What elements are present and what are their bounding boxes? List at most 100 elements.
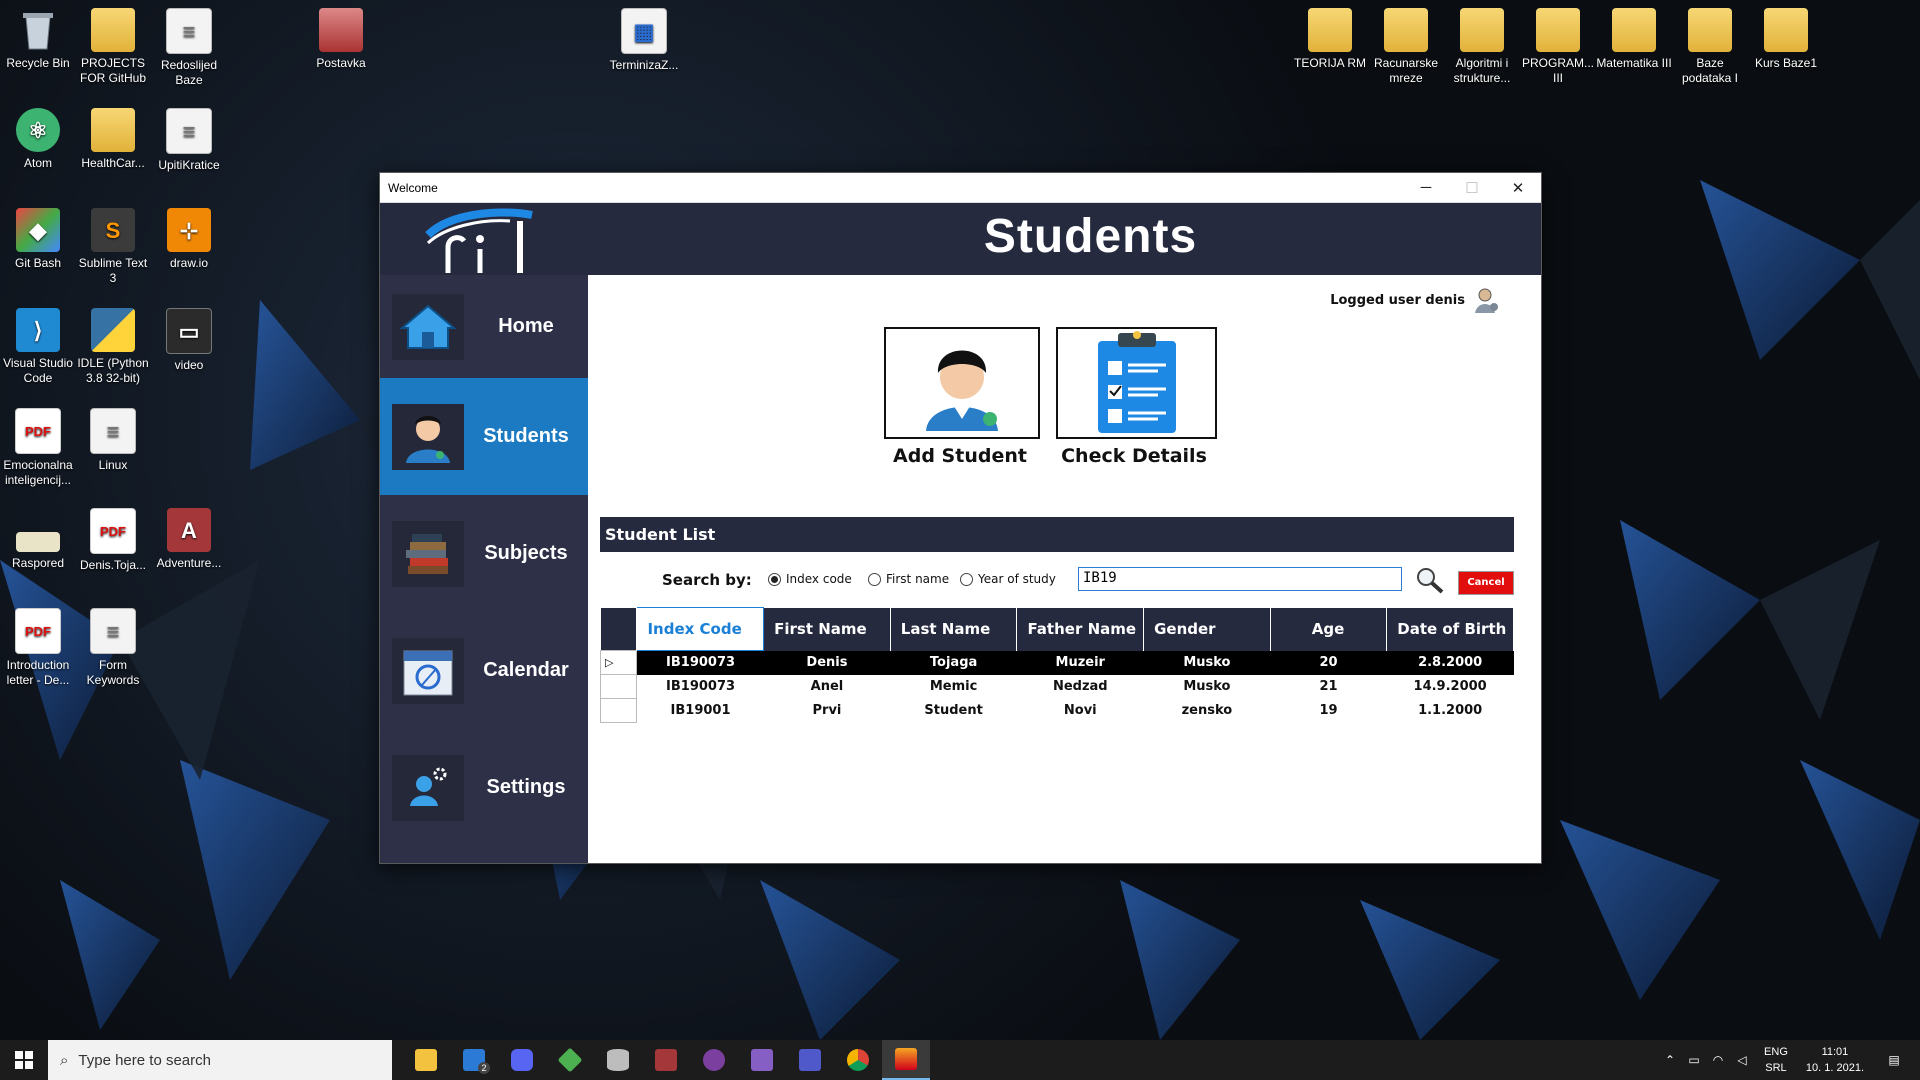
desktop-icon-projects[interactable]: PROJECTS FOR GitHub bbox=[75, 8, 151, 86]
desktop-icon-racunarske[interactable]: Racunarske mreze bbox=[1368, 8, 1444, 86]
cell-index[interactable]: IB190073 bbox=[637, 675, 764, 699]
cell-first-name[interactable]: Anel bbox=[764, 675, 891, 699]
cell-father-name[interactable]: Nedzad bbox=[1017, 675, 1144, 699]
column-date-of-birth[interactable]: Date of Birth bbox=[1386, 607, 1514, 651]
row-selector[interactable]: ▷ bbox=[599, 650, 638, 675]
taskbar-app-purple[interactable] bbox=[690, 1040, 738, 1080]
volume-icon[interactable]: ◁ bbox=[1730, 1053, 1754, 1067]
taskbar-database[interactable] bbox=[594, 1040, 642, 1080]
desktop-icon-kurs-baze[interactable]: Kurs Baze1 bbox=[1748, 8, 1824, 71]
row-selector[interactable] bbox=[599, 698, 638, 723]
cell-father-name[interactable]: Novi bbox=[1017, 699, 1144, 723]
column-last-name[interactable]: Last Name bbox=[890, 607, 1018, 651]
desktop-icon-termini[interactable]: ▦ TerminizaZ... bbox=[606, 8, 682, 73]
column-first-name[interactable]: First Name bbox=[763, 607, 891, 651]
close-button[interactable]: ✕ bbox=[1495, 173, 1541, 202]
taskbar-chrome[interactable] bbox=[834, 1040, 882, 1080]
desktop-icon-vscode[interactable]: ⟩ Visual Studio Code bbox=[0, 308, 76, 386]
cell-first-name[interactable]: Denis bbox=[763, 650, 891, 675]
cell-dob[interactable]: 1.1.2000 bbox=[1387, 699, 1514, 723]
cell-index[interactable]: IB190073 bbox=[636, 650, 764, 675]
column-index-code[interactable]: Index Code bbox=[636, 607, 765, 651]
cell-first-name[interactable]: Prvi bbox=[764, 699, 891, 723]
desktop-icon-postavka[interactable]: Postavka bbox=[303, 8, 379, 71]
column-gender[interactable]: Gender bbox=[1143, 607, 1271, 651]
cell-gender[interactable]: Musko bbox=[1144, 675, 1271, 699]
cell-last-name[interactable]: Student bbox=[890, 699, 1017, 723]
check-details-button[interactable] bbox=[1056, 327, 1217, 439]
taskbar-visual-studio[interactable] bbox=[738, 1040, 786, 1080]
taskbar-teams[interactable] bbox=[786, 1040, 834, 1080]
cell-age[interactable]: 21 bbox=[1270, 675, 1387, 699]
taskbar-active-app[interactable] bbox=[882, 1040, 930, 1080]
cell-dob[interactable]: 14.9.2000 bbox=[1387, 675, 1514, 699]
taskbar-search[interactable]: ⌕ Type here to search bbox=[48, 1040, 392, 1080]
wifi-icon[interactable]: ◠ bbox=[1706, 1053, 1730, 1067]
taskbar-file-explorer[interactable] bbox=[402, 1040, 450, 1080]
desktop-icon-linux[interactable]: ≡ Linux bbox=[75, 408, 151, 473]
desktop-icon-denis[interactable]: PDF Denis.Toja... bbox=[75, 508, 151, 573]
desktop-icon-form-keywords[interactable]: ≡ Form Keywords bbox=[75, 608, 151, 688]
desktop-icon-algoritmi[interactable]: Algoritmi i strukture... bbox=[1444, 8, 1520, 86]
desktop-icon-program[interactable]: PROGRAM... III bbox=[1520, 8, 1596, 86]
table-row[interactable]: IB19001 Prvi Student Novi zensko 19 1.1.… bbox=[599, 698, 1514, 723]
start-button[interactable] bbox=[0, 1040, 48, 1080]
column-age[interactable]: Age bbox=[1270, 607, 1388, 651]
desktop-icon-adventure[interactable]: A Adventure... bbox=[151, 508, 227, 571]
add-student-label[interactable]: Add Student bbox=[880, 445, 1040, 467]
cell-dob[interactable]: 2.8.2000 bbox=[1386, 650, 1514, 675]
desktop-icon-idle[interactable]: IDLE (Python 3.8 32-bit) bbox=[75, 308, 151, 386]
cell-last-name[interactable]: Memic bbox=[890, 675, 1017, 699]
user-icon[interactable] bbox=[1475, 287, 1499, 313]
desktop-icon-video[interactable]: ▭ video bbox=[151, 308, 227, 373]
desktop-icon-git-bash[interactable]: ◆ Git Bash bbox=[0, 208, 76, 271]
desktop-icon-redoslijed[interactable]: ≡ Redoslijed Baze bbox=[151, 8, 227, 88]
desktop-icon-introduction[interactable]: PDF Introduction letter - De... bbox=[0, 608, 76, 688]
desktop-icon-matematika[interactable]: Matematika III bbox=[1596, 8, 1672, 71]
taskbar-sourcetree[interactable] bbox=[546, 1040, 594, 1080]
cell-gender[interactable]: Musko bbox=[1143, 650, 1271, 675]
maximize-button[interactable]: ☐ bbox=[1449, 173, 1495, 202]
search-input[interactable]: IB19 bbox=[1078, 567, 1402, 591]
cell-father-name[interactable]: Muzeir bbox=[1016, 650, 1144, 675]
taskbar-mail[interactable]: 2 bbox=[450, 1040, 498, 1080]
row-selector[interactable] bbox=[599, 674, 638, 699]
radio-index-code-dot[interactable] bbox=[768, 572, 781, 586]
cell-age[interactable]: 19 bbox=[1270, 699, 1387, 723]
notification-icon[interactable]: ▤ bbox=[1882, 1053, 1906, 1067]
cell-last-name[interactable]: Tojaga bbox=[890, 650, 1017, 675]
desktop-icon-upiti[interactable]: ≡ UpitiKratice bbox=[151, 108, 227, 173]
desktop-icon-atom[interactable]: ⚛ Atom bbox=[0, 108, 76, 171]
minimize-button[interactable]: ─ bbox=[1403, 173, 1449, 202]
desktop-icon-sublime[interactable]: S Sublime Text 3 bbox=[75, 208, 151, 286]
desktop-icon-drawio[interactable]: ⊹ draw.io bbox=[151, 208, 227, 271]
window-titlebar[interactable]: Welcome ─ ☐ ✕ bbox=[380, 173, 1541, 203]
desktop-icon-baze-podataka[interactable]: Baze podataka I bbox=[1672, 8, 1748, 86]
desktop-icon-emocionalna[interactable]: PDF Emocionalna inteligencij... bbox=[0, 408, 76, 488]
clock[interactable]: 11:01 10. 1. 2021. bbox=[1806, 1044, 1864, 1076]
table-row[interactable]: IB190073 Anel Memic Nedzad Musko 21 14.9… bbox=[599, 674, 1514, 699]
radio-first-name-dot[interactable] bbox=[868, 572, 881, 586]
radio-first-name[interactable]: First name bbox=[868, 572, 949, 586]
radio-index-code[interactable]: Index code bbox=[768, 572, 852, 586]
language-indicator[interactable]: ENG SRL bbox=[1764, 1044, 1788, 1076]
radio-year-of-study[interactable]: Year of study bbox=[960, 572, 1056, 586]
table-row[interactable]: ▷ IB190073 Denis Tojaga Muzeir Musko 20 … bbox=[599, 650, 1514, 675]
cell-index[interactable]: IB19001 bbox=[637, 699, 764, 723]
nav-subjects[interactable]: Subjects bbox=[380, 495, 588, 612]
check-details-label[interactable]: Check Details bbox=[1054, 445, 1214, 467]
desktop-icon-raspored[interactable]: Raspored bbox=[0, 508, 76, 571]
chevron-up-icon[interactable]: ⌃ bbox=[1658, 1053, 1682, 1067]
add-student-button[interactable] bbox=[884, 327, 1040, 439]
search-icon[interactable] bbox=[1414, 565, 1446, 595]
desktop-icon-healthcare[interactable]: HealthCar... bbox=[75, 108, 151, 171]
desktop-icon-teorija[interactable]: TEORIJA RM bbox=[1292, 8, 1368, 71]
taskbar-discord[interactable] bbox=[498, 1040, 546, 1080]
nav-settings[interactable]: Settings bbox=[380, 729, 588, 846]
radio-year-of-study-dot[interactable] bbox=[960, 572, 973, 586]
cell-gender[interactable]: zensko bbox=[1144, 699, 1271, 723]
battery-icon[interactable]: ▭ bbox=[1682, 1053, 1706, 1067]
cell-age[interactable]: 20 bbox=[1270, 650, 1387, 675]
nav-calendar[interactable]: Calendar bbox=[380, 612, 588, 729]
column-father-name[interactable]: Father Name bbox=[1016, 607, 1145, 651]
